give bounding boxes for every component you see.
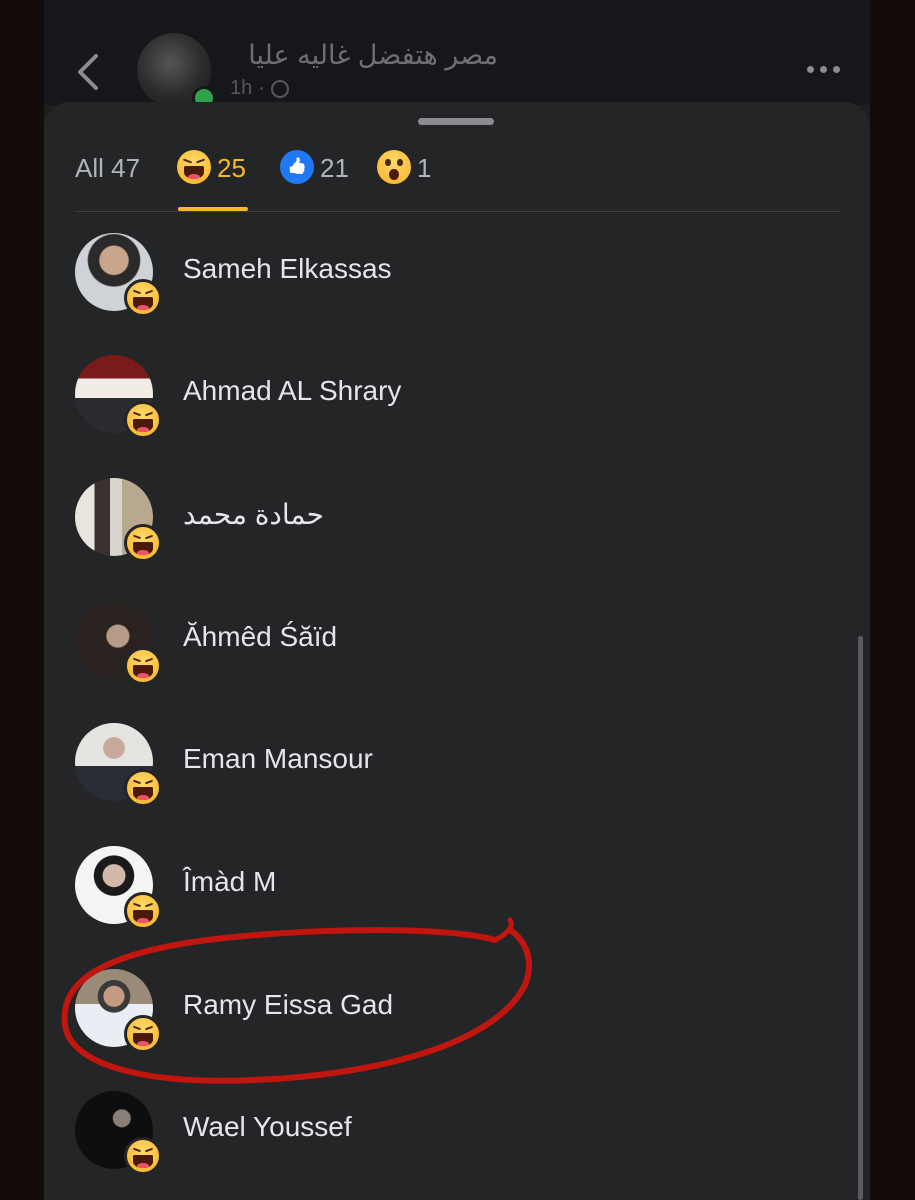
- haha-reaction-icon: [124, 892, 162, 930]
- reactor-row[interactable]: Ahmad AL Shrary: [44, 346, 870, 456]
- dot-icon: [820, 66, 827, 73]
- post-title: مصر هتفضل غاليه عليا: [248, 40, 498, 70]
- tab-like[interactable]: 21: [280, 150, 349, 210]
- post-meta: 1h ·: [230, 77, 289, 100]
- reactor-name[interactable]: Îmàd M: [183, 866, 276, 898]
- reaction-tabs: All 47 25 21 1: [75, 150, 840, 210]
- post-header: مصر هتفضل غاليه عليا 1h ·: [44, 0, 870, 110]
- tab-wow-count: 1: [417, 153, 432, 183]
- globe-icon: [270, 79, 289, 98]
- haha-reaction-icon: [124, 769, 162, 807]
- haha-reaction-icon: [124, 401, 162, 439]
- reactor-row[interactable]: Wael Youssef: [44, 1082, 870, 1192]
- reactor-row[interactable]: حمادة محمد: [44, 469, 870, 579]
- post-time: 1h: [230, 77, 253, 99]
- haha-reaction-icon: [124, 279, 162, 317]
- haha-reaction-icon: [124, 647, 162, 685]
- reactor-row[interactable]: Îmàd M: [44, 837, 870, 947]
- reactor-row[interactable]: Sameh Elkassas: [44, 224, 870, 334]
- tab-haha[interactable]: 25: [177, 150, 246, 210]
- tab-all[interactable]: All 47: [75, 150, 140, 210]
- reactor-name[interactable]: Ăhmêd Śăïd: [183, 621, 337, 653]
- like-reaction-icon: [280, 150, 314, 184]
- scrollbar[interactable]: [858, 636, 863, 1200]
- reactor-name[interactable]: Ahmad AL Shrary: [183, 375, 401, 407]
- more-options-button[interactable]: [807, 66, 840, 73]
- reactor-name[interactable]: Sameh Elkassas: [183, 253, 392, 285]
- dot-icon: [807, 66, 814, 73]
- tab-wow[interactable]: 1: [377, 150, 431, 210]
- wow-reaction-icon: [377, 150, 411, 184]
- haha-reaction-icon: [124, 524, 162, 562]
- haha-reaction-icon: [124, 1137, 162, 1175]
- tab-haha-count: 25: [217, 153, 246, 183]
- reactor-row[interactable]: Ăhmêd Śăïd: [44, 592, 870, 702]
- meta-separator: ·: [258, 77, 265, 99]
- sheet-drag-handle[interactable]: [418, 118, 494, 125]
- reactions-sheet: All 47 25 21 1: [44, 102, 870, 1200]
- reactor-row[interactable]: Eman Mansour: [44, 714, 870, 824]
- haha-reaction-icon: [177, 150, 211, 184]
- reactor-name[interactable]: Eman Mansour: [183, 743, 373, 775]
- back-arrow-icon[interactable]: [74, 52, 104, 92]
- dot-icon: [833, 66, 840, 73]
- tab-all-label: All 47: [75, 153, 141, 183]
- reactor-row[interactable]: Ramy Eissa Gad: [44, 960, 870, 1070]
- haha-reaction-icon: [124, 1015, 162, 1053]
- tab-like-count: 21: [320, 153, 349, 183]
- phone-screen: مصر هتفضل غاليه عليا 1h · All 47 25 👍 21…: [44, 0, 870, 1200]
- reactor-name[interactable]: حمادة محمد: [183, 498, 324, 531]
- tabs-divider: [75, 211, 840, 212]
- reactor-name[interactable]: Wael Youssef: [183, 1111, 352, 1143]
- reactor-name[interactable]: Ramy Eissa Gad: [183, 989, 393, 1021]
